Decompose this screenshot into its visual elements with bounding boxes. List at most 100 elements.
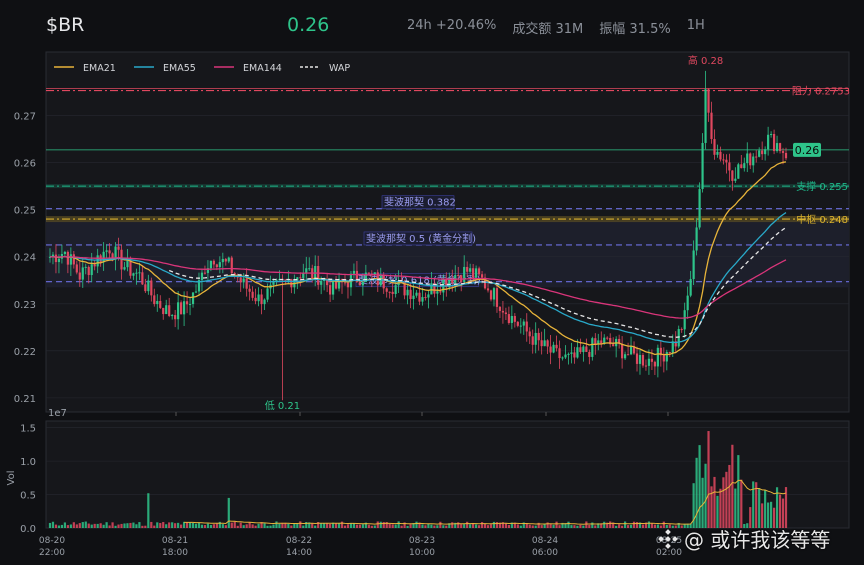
candle [665, 351, 668, 362]
volume-bar [728, 464, 731, 528]
candle [439, 291, 442, 293]
candle [495, 288, 499, 307]
volume-bar [609, 521, 612, 528]
volume-bar [254, 525, 257, 528]
volume-bar [626, 525, 630, 528]
candle [144, 284, 147, 292]
volume-bar [212, 524, 215, 528]
volume-bar [778, 494, 782, 528]
candle [761, 150, 764, 155]
volume-bar [698, 445, 701, 528]
volume-bar [224, 525, 227, 528]
candle [683, 310, 686, 330]
volume-bar [394, 524, 397, 528]
candle [117, 246, 120, 250]
candle [516, 321, 519, 326]
candle [734, 178, 737, 181]
candle [361, 282, 364, 286]
volume-bar [585, 521, 588, 528]
candle [156, 300, 159, 305]
x-tick-date: 08-24 [532, 536, 558, 546]
volume-bar [480, 522, 484, 528]
level-label: 支撑 0.255 [796, 180, 848, 193]
candle [308, 268, 311, 270]
candle [358, 281, 361, 286]
volume-bar [84, 521, 87, 528]
watermark: @ 或许我该等等 [658, 524, 830, 553]
volume-bar [713, 476, 716, 528]
y-tick-label: 0.25 [14, 206, 36, 217]
legend-label: EMA21 [83, 63, 116, 74]
price-chart[interactable]: 0.21 0.22 0.23 0.24 0.25 0.26 0.27 阻力 0.2753 支撑 … [0, 0, 864, 565]
volume-bar [162, 521, 165, 528]
high-annotation: 高 0.28 [688, 54, 723, 67]
volume-bar [78, 523, 81, 528]
candle [171, 315, 174, 317]
candle [409, 289, 412, 300]
candle [519, 325, 522, 327]
candle [418, 292, 421, 302]
candle [647, 358, 651, 366]
volume-bar [147, 493, 150, 528]
x-tick-date: 08-22 [286, 536, 312, 546]
y-tick-label: 0.24 [14, 253, 36, 264]
volume-bar [477, 525, 481, 528]
x-tick-date: 08-20 [39, 536, 65, 546]
volume-bar [704, 463, 707, 528]
volume-bar [209, 524, 213, 528]
candle [427, 294, 430, 298]
volume-bar [650, 523, 654, 528]
candle [305, 268, 308, 273]
candle [102, 251, 105, 263]
candle [716, 151, 719, 155]
legend-label: EMA144 [243, 63, 282, 74]
volume-bar [436, 525, 439, 528]
volume-bar [221, 524, 224, 528]
volume-bar [519, 525, 522, 528]
volume-bar [323, 523, 326, 528]
candle [552, 344, 555, 353]
volume-bar [248, 522, 251, 528]
candle [382, 274, 385, 289]
candle [224, 258, 227, 262]
volume-bar [734, 488, 737, 528]
candle [352, 270, 356, 274]
volume-bar [573, 525, 576, 528]
volume-bar [242, 525, 245, 528]
volume-bar [489, 524, 493, 528]
candle [752, 156, 755, 166]
volume-bar [621, 525, 624, 528]
candle [245, 278, 248, 289]
volume-bar [60, 524, 64, 528]
low-annotation: 低 0.21 [265, 399, 300, 412]
candle [135, 272, 138, 274]
candle [537, 332, 540, 341]
candle [203, 272, 207, 274]
volume-bar [433, 525, 436, 528]
volume-bar [135, 524, 138, 528]
candle [78, 272, 81, 280]
volume-bar [150, 521, 153, 528]
candle [87, 266, 90, 276]
volume-bar [641, 524, 645, 528]
candle [546, 340, 549, 347]
volume-bar [623, 521, 627, 528]
candle [504, 312, 508, 315]
candle [668, 351, 671, 354]
candle [778, 143, 782, 152]
candle [758, 150, 761, 157]
volume-bar [507, 524, 510, 528]
volume-bar [415, 521, 418, 528]
volume-bar [373, 525, 376, 528]
candle [177, 302, 180, 320]
volume-bar [138, 522, 141, 528]
volume-bar [439, 521, 442, 528]
volume-bar [427, 523, 430, 528]
candle [254, 297, 257, 302]
volume-bar [215, 523, 218, 528]
candle [767, 134, 770, 150]
x-tick-time: 18:00 [162, 548, 188, 558]
candle [644, 365, 648, 367]
volume-bar [370, 525, 373, 528]
candle [603, 337, 606, 344]
